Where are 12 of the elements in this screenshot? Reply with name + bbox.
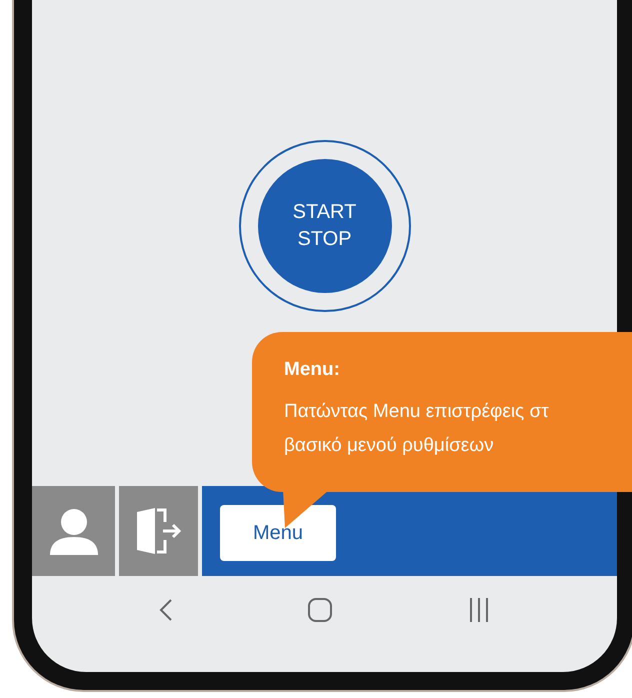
callout-title: Menu: xyxy=(284,358,341,382)
recent-apps-icon[interactable] xyxy=(468,598,490,622)
callout-text: Πατώντας Menu επιστρέφεις στ xyxy=(284,400,550,424)
exit-door-icon xyxy=(134,508,182,554)
menu-button[interactable]: Menu xyxy=(220,505,336,561)
callout-text: βασικό μενού ρυθμίσεων xyxy=(284,434,495,458)
exit-button[interactable] xyxy=(119,486,198,576)
home-icon[interactable] xyxy=(307,597,334,623)
user-icon xyxy=(48,507,100,555)
back-icon[interactable] xyxy=(159,599,174,621)
user-button[interactable] xyxy=(32,486,115,576)
start-stop-button[interactable]: START STOP xyxy=(258,159,392,293)
